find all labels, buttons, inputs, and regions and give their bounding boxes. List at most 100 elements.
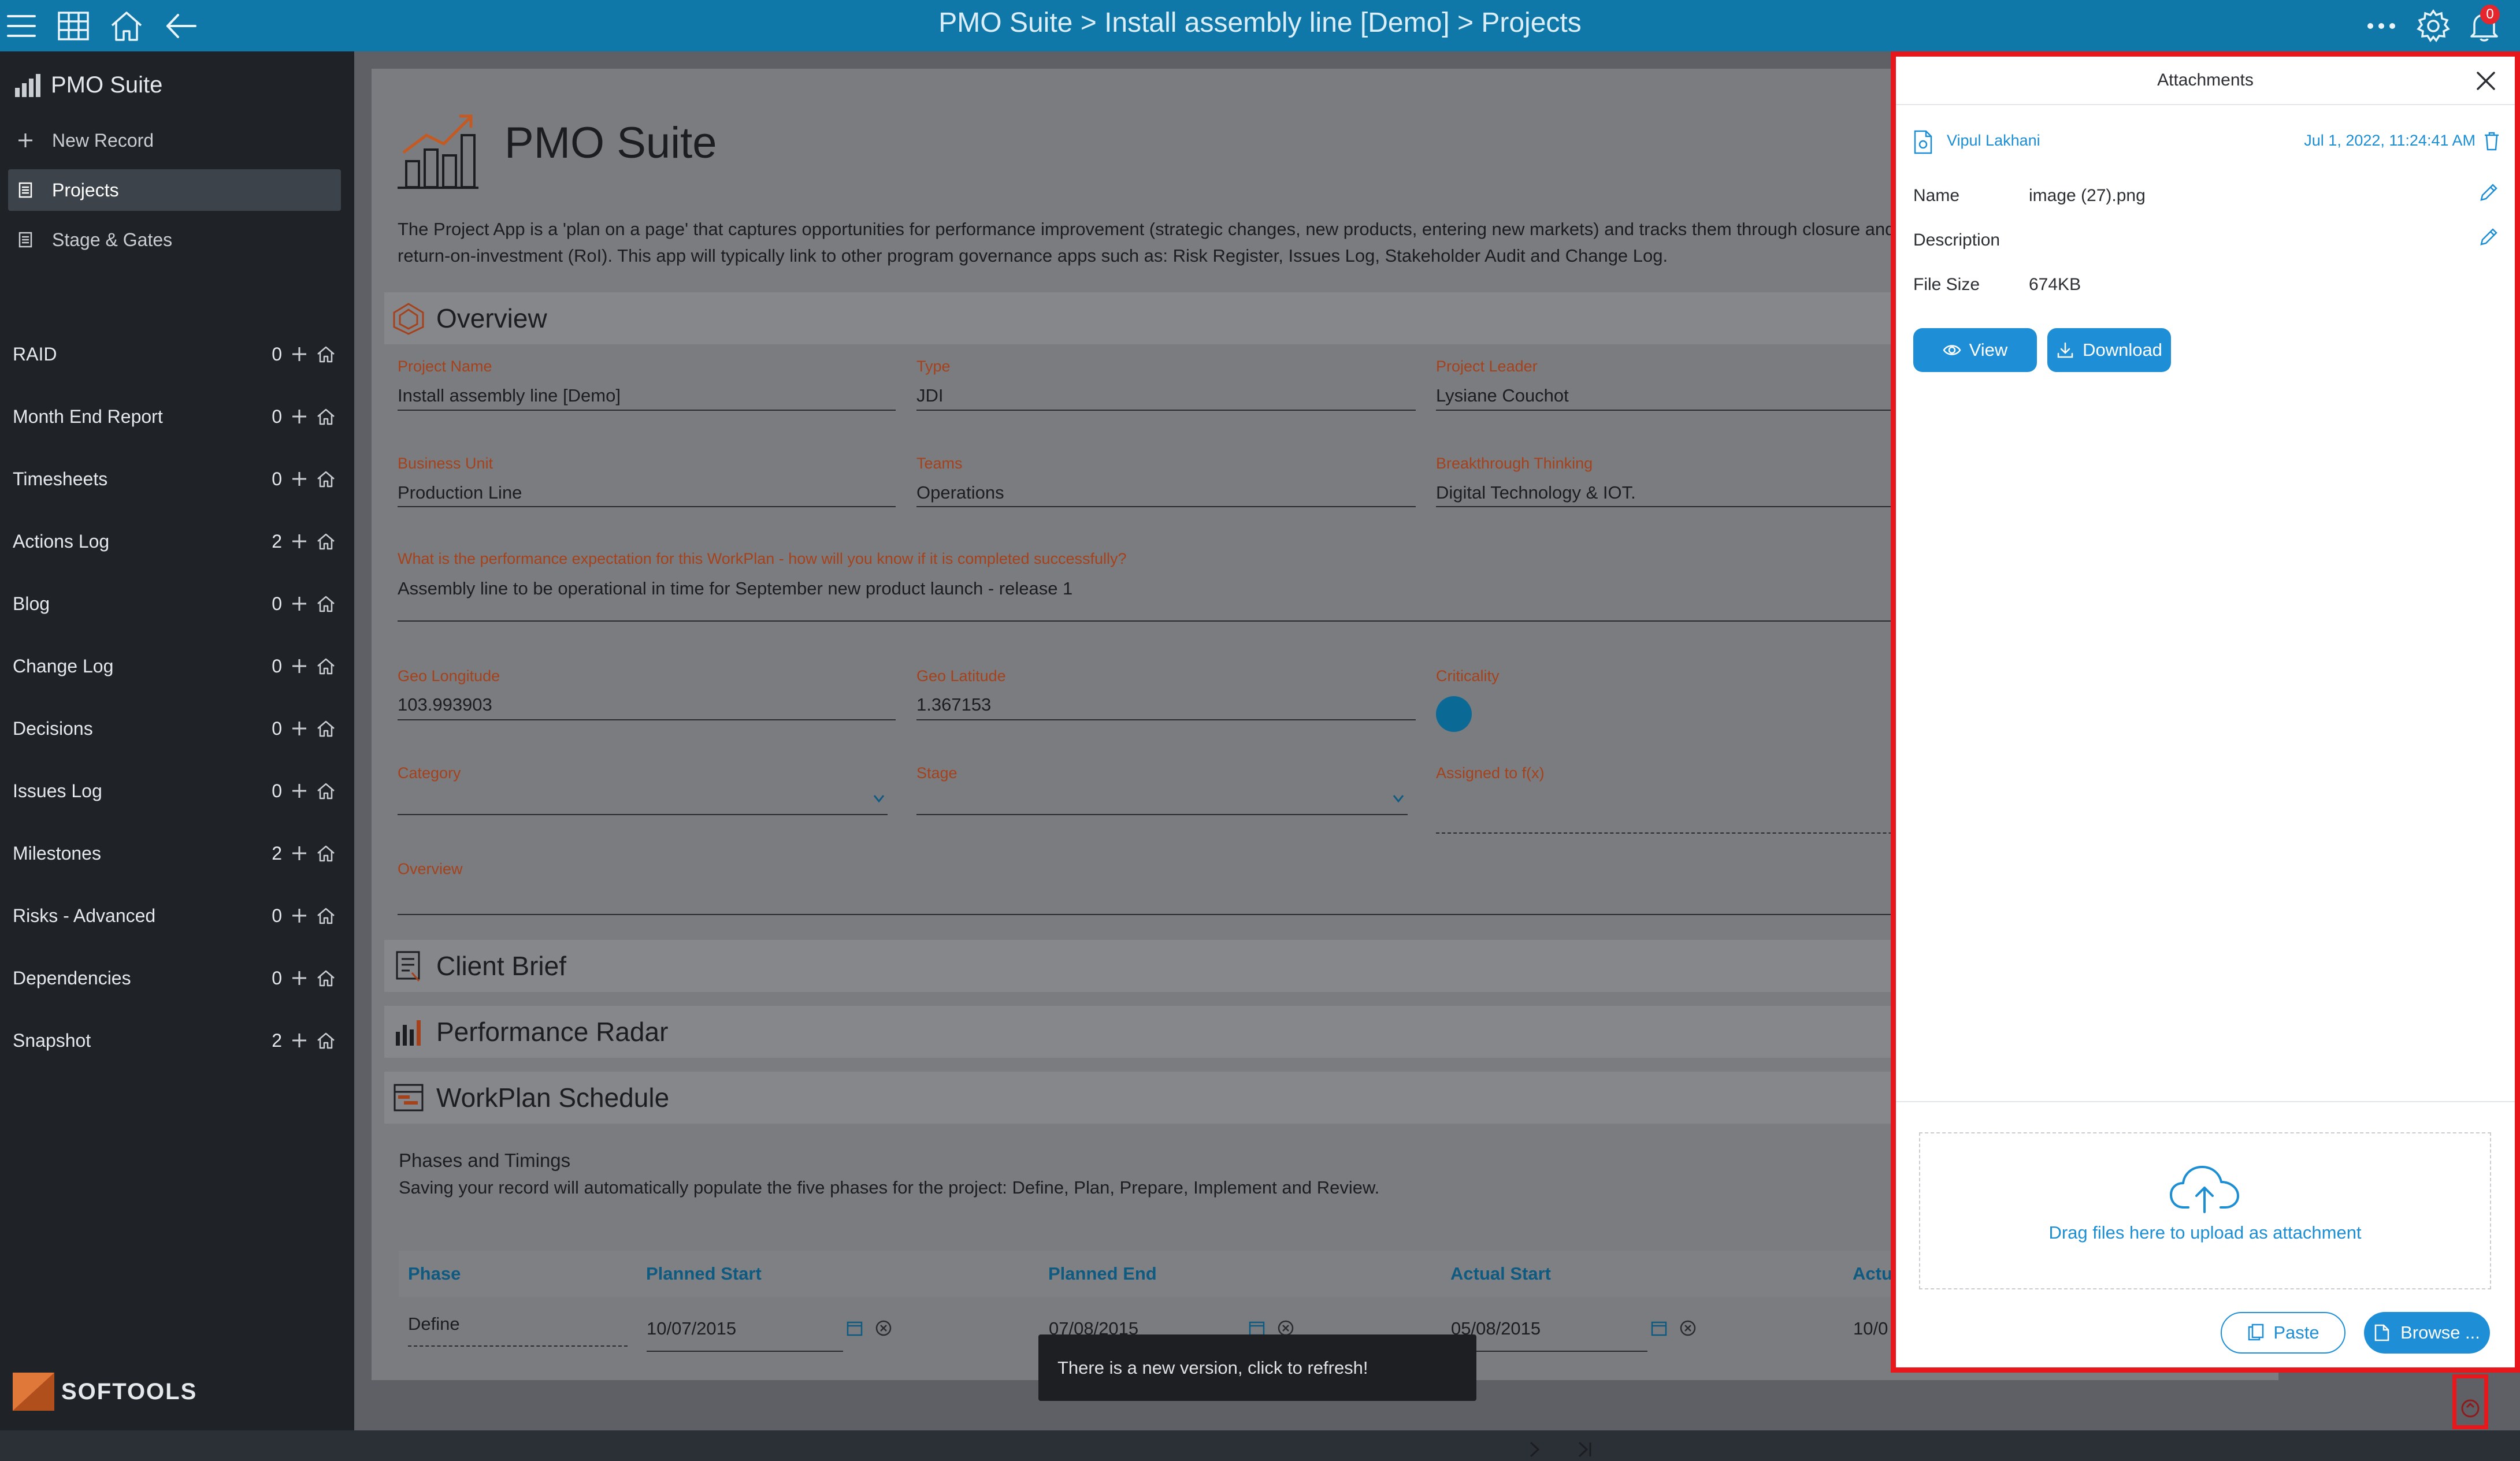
clear-icon[interactable] — [875, 1319, 892, 1337]
plus-icon[interactable] — [289, 531, 310, 552]
sidebar-item-snapshot[interactable]: Snapshot 2 — [13, 1023, 336, 1058]
sidebar-item-new-record[interactable]: New Record — [8, 120, 341, 161]
trash-icon[interactable] — [2482, 131, 2501, 151]
sidebar-item-actions-log[interactable]: Actions Log 2 — [13, 524, 336, 559]
plus-icon[interactable] — [289, 406, 310, 427]
section-title: Client Brief — [436, 951, 566, 981]
section-title: Performance Radar — [436, 1017, 669, 1047]
sidebar-item-stage-gates[interactable]: Stage & Gates — [8, 219, 341, 261]
sidebar-item-projects[interactable]: Projects — [8, 169, 341, 211]
geo-latitude-label: Geo Latitude — [916, 667, 1006, 685]
home-icon[interactable] — [316, 656, 336, 676]
section-workplan-schedule[interactable]: WorkPlan Schedule — [384, 1072, 1944, 1124]
plus-icon[interactable] — [289, 593, 310, 614]
attachment-uploader[interactable]: Vipul Lakhani — [1947, 132, 2040, 150]
client-brief-icon — [391, 949, 426, 983]
home-icon[interactable] — [316, 406, 336, 427]
paste-button[interactable]: Paste — [2221, 1312, 2345, 1354]
chevron-down-icon[interactable] — [873, 792, 885, 805]
sidebar-item-decisions[interactable]: Decisions 0 — [13, 711, 336, 746]
criticality-indicator[interactable] — [1436, 696, 1472, 732]
category-dropdown[interactable] — [398, 814, 888, 815]
stage-dropdown[interactable] — [916, 814, 1408, 815]
performance-field[interactable]: Assembly line to be operational in time … — [398, 578, 1072, 599]
sidebar-item-issues-log[interactable]: Issues Log 0 — [13, 774, 336, 808]
geo-longitude-field[interactable]: 103.993903 — [398, 694, 492, 715]
home-icon[interactable] — [316, 469, 336, 489]
sidebar-item-month-end-report[interactable]: Month End Report 0 — [13, 399, 336, 434]
calendar-icon[interactable] — [846, 1319, 863, 1337]
actual-end-field[interactable]: 10/0 — [1853, 1318, 1888, 1339]
home-icon[interactable] — [316, 531, 336, 552]
page-title: PMO Suite > Install assembly line [Demo]… — [938, 8, 1582, 38]
name-label: Name — [1913, 186, 1960, 205]
field-underline — [398, 506, 896, 507]
calendar-icon[interactable] — [1650, 1319, 1668, 1337]
sidebar-item-label: Timesheets — [13, 468, 108, 489]
edit-icon[interactable] — [2479, 183, 2499, 202]
softools-logo: SOFTOOLS — [13, 1373, 197, 1411]
view-button[interactable]: View — [1913, 328, 2037, 372]
home-icon[interactable] — [316, 718, 336, 739]
project-leader-field[interactable]: Lysiane Couchot — [1436, 385, 1569, 406]
section-client-brief[interactable]: Client Brief — [384, 940, 1944, 992]
plus-icon[interactable] — [289, 344, 310, 365]
sidebar-item-risks-advanced[interactable]: Risks - Advanced 0 — [13, 898, 336, 933]
column-header: Planned End — [1048, 1263, 1157, 1284]
chevron-down-icon[interactable] — [1392, 792, 1405, 805]
upload-dropzone[interactable]: Drag files here to upload as attachment — [1919, 1132, 2491, 1289]
last-page-icon[interactable] — [1573, 1438, 1597, 1461]
home-icon[interactable] — [316, 843, 336, 864]
chevron-right-icon[interactable] — [1523, 1438, 1546, 1461]
home-icon[interactable] — [316, 593, 336, 614]
download-button[interactable]: Download — [2047, 328, 2171, 372]
home-icon[interactable] — [316, 968, 336, 988]
business-unit-field[interactable]: Production Line — [398, 482, 522, 503]
plus-icon[interactable] — [289, 718, 310, 739]
geo-latitude-field[interactable]: 1.367153 — [916, 694, 991, 715]
clear-icon[interactable] — [1679, 1319, 1697, 1337]
section-performance-radar[interactable]: Performance Radar — [384, 1006, 1944, 1058]
gear-icon[interactable] — [2415, 8, 2451, 44]
sidebar-app[interactable]: PMO Suite — [13, 68, 162, 102]
sidebar-item-label: Month End Report — [13, 406, 163, 427]
count-badge: 0 — [272, 468, 282, 489]
more-icon[interactable] — [2363, 8, 2399, 44]
plus-icon[interactable] — [289, 968, 310, 988]
edit-icon[interactable] — [2479, 227, 2499, 247]
refresh-toast[interactable]: There is a new version, click to refresh… — [1038, 1334, 1476, 1401]
plus-icon[interactable] — [289, 1030, 310, 1051]
home-icon[interactable] — [316, 1030, 336, 1051]
project-name-field[interactable]: Install assembly line [Demo] — [398, 385, 621, 406]
close-icon[interactable] — [2474, 69, 2497, 92]
plus-icon[interactable] — [289, 469, 310, 489]
teams-field[interactable]: Operations — [916, 482, 1004, 503]
type-field[interactable]: JDI — [916, 385, 944, 406]
field-underline — [916, 719, 1416, 720]
planned-start-field[interactable]: 10/07/2015 — [647, 1318, 736, 1339]
plus-icon[interactable] — [289, 780, 310, 801]
sidebar-item-label: Stage & Gates — [52, 229, 173, 250]
attachments-header: Attachments — [1896, 57, 2515, 105]
home-icon[interactable] — [316, 344, 336, 365]
breakthrough-field[interactable]: Digital Technology & IOT. — [1436, 482, 1636, 503]
browse-button[interactable]: Browse ... — [2364, 1312, 2490, 1354]
sidebar-item-timesheets[interactable]: Timesheets 0 — [13, 462, 336, 496]
attachments-trigger[interactable] — [2452, 1374, 2488, 1429]
sidebar-item-milestones[interactable]: Milestones 2 — [13, 836, 336, 871]
sidebar-item-blog[interactable]: Blog 0 — [13, 586, 336, 621]
field-underline — [1451, 1351, 1647, 1352]
plus-icon[interactable] — [289, 843, 310, 864]
overview-field[interactable] — [398, 914, 1956, 915]
home-icon[interactable] — [316, 780, 336, 801]
plus-icon[interactable] — [289, 905, 310, 926]
phase-cell[interactable]: Define — [408, 1314, 460, 1334]
sidebar-item-raid[interactable]: RAID 0 — [13, 337, 336, 371]
sidebar-item-change-log[interactable]: Change Log 0 — [13, 649, 336, 683]
sidebar-item-dependencies[interactable]: Dependencies 0 — [13, 961, 336, 995]
plus-icon[interactable] — [289, 656, 310, 676]
section-overview[interactable]: Overview — [384, 292, 1944, 344]
field-underline — [398, 410, 896, 411]
home-icon[interactable] — [316, 905, 336, 926]
assigned-to-field[interactable] — [1436, 832, 1956, 834]
